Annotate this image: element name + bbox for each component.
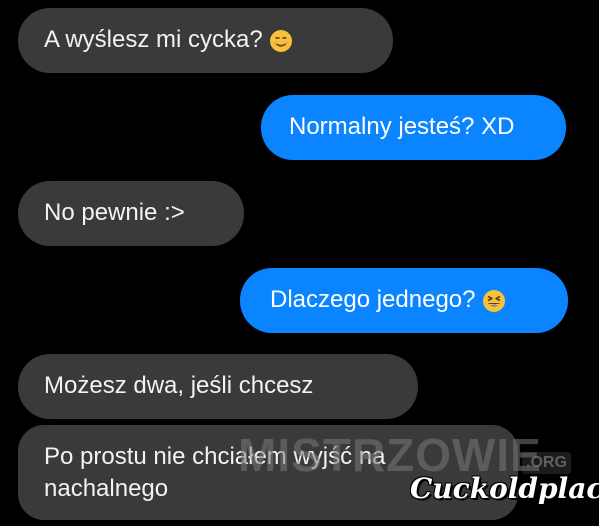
message-bubble-incoming[interactable]: Możesz dwa, jeśli chcesz: [18, 354, 418, 419]
message-bubble-outgoing[interactable]: Normalny jesteś? XD: [261, 95, 566, 160]
message-text: Dlaczego jednego?: [270, 286, 476, 313]
message-text-line: Po prostu nie chciałem wyjść na: [44, 443, 386, 470]
message-bubble-incoming[interactable]: No pewnie :>: [18, 181, 244, 246]
message-text: A wyślesz mi cycka?: [44, 26, 263, 53]
message-bubble-incoming[interactable]: Po prostu nie chciałem wyjść na nachalne…: [18, 425, 518, 520]
message-bubble-outgoing[interactable]: Dlaczego jednego?: [240, 268, 568, 333]
message-text: Możesz dwa, jeśli chcesz: [44, 372, 314, 399]
message-bubble-incoming[interactable]: A wyślesz mi cycka?: [18, 8, 393, 73]
grinning-squinting-face-emoji: [482, 289, 506, 313]
watermark-suffix: .ORG: [522, 452, 571, 474]
message-text: No pewnie :>: [44, 199, 185, 226]
message-text: Normalny jesteś? XD: [289, 113, 515, 140]
message-text-line: nachalnego: [44, 475, 169, 502]
chat-conversation: A wyślesz mi cycka? Normalny jesteś? XD …: [0, 0, 599, 526]
smiling-face-emoji: [269, 29, 293, 53]
